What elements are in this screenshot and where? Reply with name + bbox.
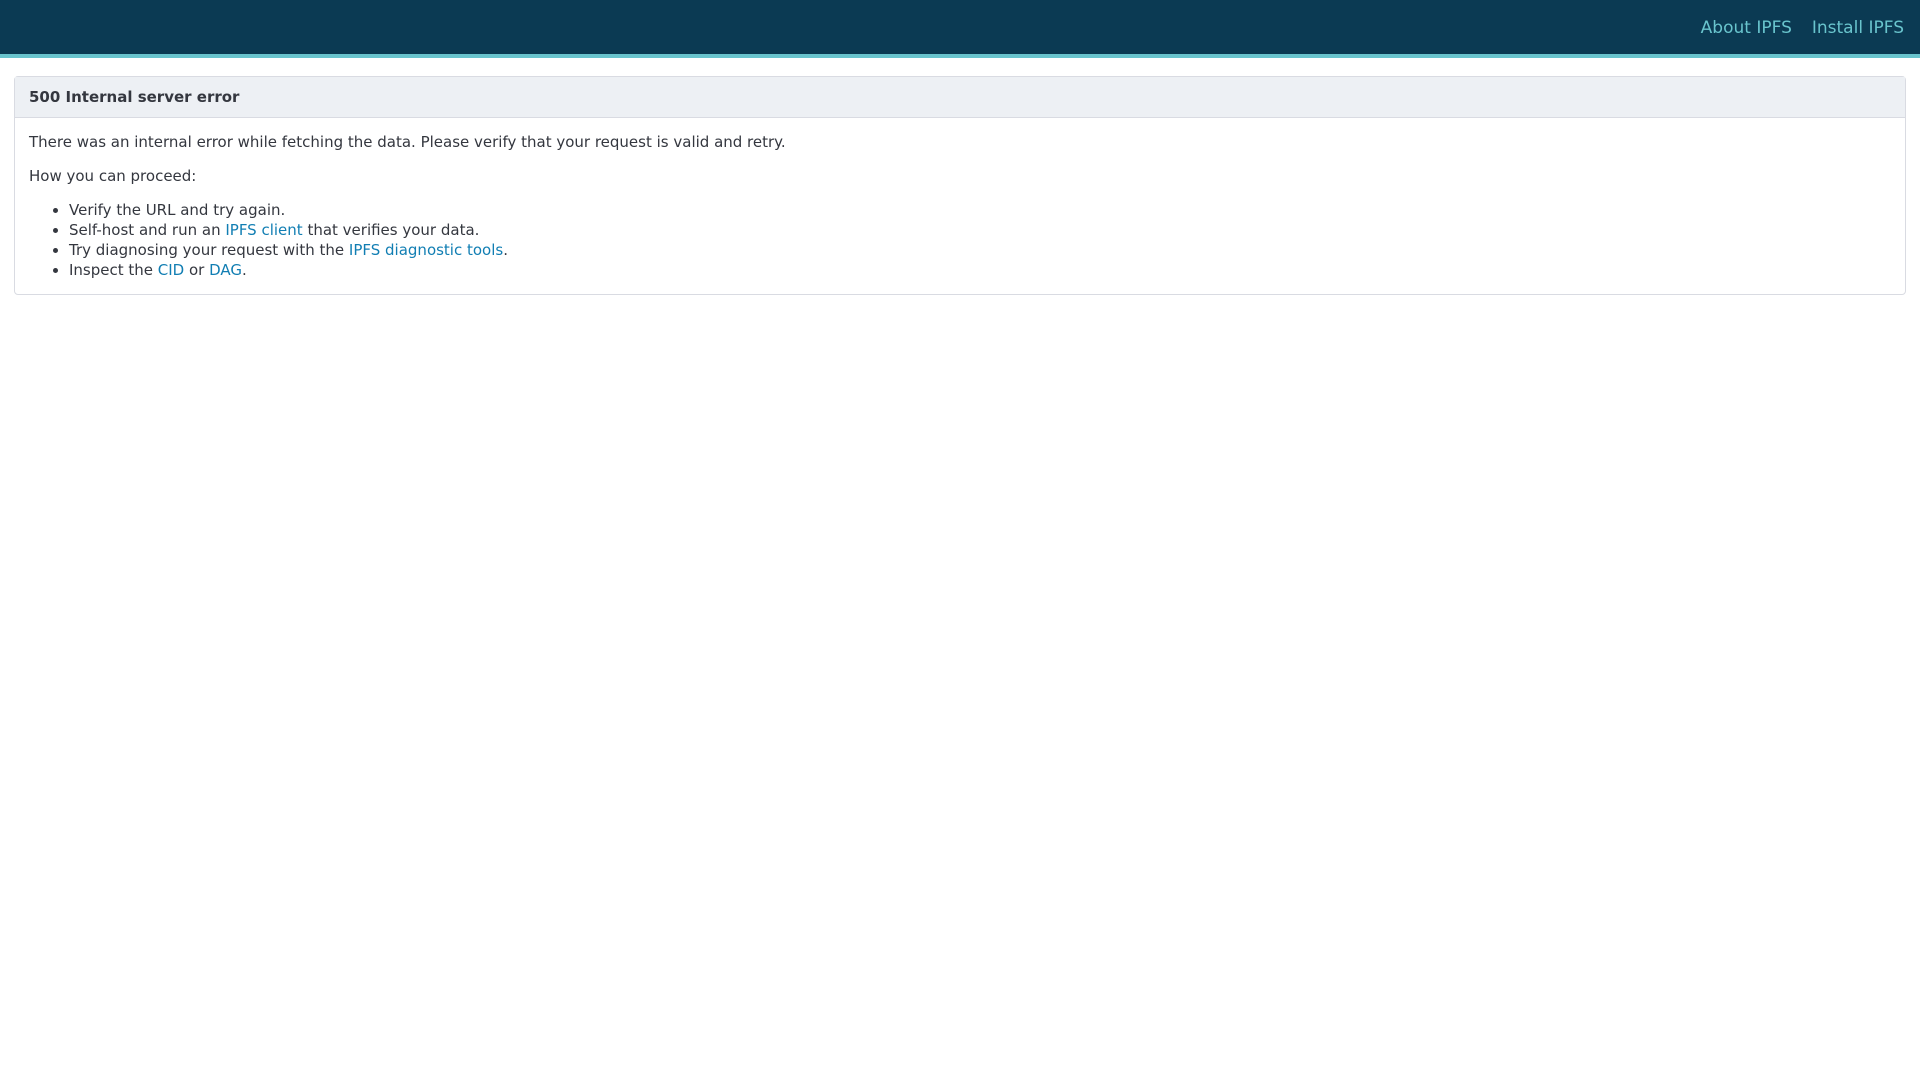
ipfs-diagnostic-tools-link[interactable]: IPFS diagnostic tools [349, 241, 503, 259]
error-title: 500 Internal server error [15, 77, 1905, 118]
install-ipfs-link[interactable]: Install IPFS [1812, 18, 1904, 38]
ipfs-client-link[interactable]: IPFS client [225, 221, 302, 239]
step-text-post: . [503, 241, 508, 259]
dag-link[interactable]: DAG [209, 261, 242, 279]
step-inspect: Inspect the CID or DAG. [69, 260, 1891, 280]
header-nav: About IPFS Install IPFS [1701, 0, 1904, 56]
step-self-host: Self-host and run an IPFS client that ve… [69, 220, 1891, 240]
step-text-post: that verifies your data. [302, 221, 480, 239]
step-text-pre: Try diagnosing your request with the [69, 241, 349, 259]
proceed-steps-list: Verify the URL and try again. Self-host … [29, 200, 1891, 280]
error-card: 500 Internal server error There was an i… [14, 76, 1906, 295]
cid-link[interactable]: CID [158, 261, 184, 279]
step-verify-url: Verify the URL and try again. [69, 200, 1891, 220]
error-description: There was an internal error while fetchi… [29, 133, 786, 151]
error-body: There was an internal error while fetchi… [15, 118, 1905, 280]
step-text-pre: Self-host and run an [69, 221, 226, 239]
step-text-post: . [242, 261, 247, 279]
top-header: About IPFS Install IPFS [0, 0, 1920, 58]
step-text-pre: Inspect the [69, 261, 158, 279]
proceed-label: How you can proceed: [29, 167, 197, 185]
step-diagnose: Try diagnosing your request with the IPF… [69, 240, 1891, 260]
step-text: Verify the URL and try again. [69, 201, 286, 219]
step-text-mid: or [184, 261, 210, 279]
about-ipfs-link[interactable]: About IPFS [1701, 18, 1792, 38]
